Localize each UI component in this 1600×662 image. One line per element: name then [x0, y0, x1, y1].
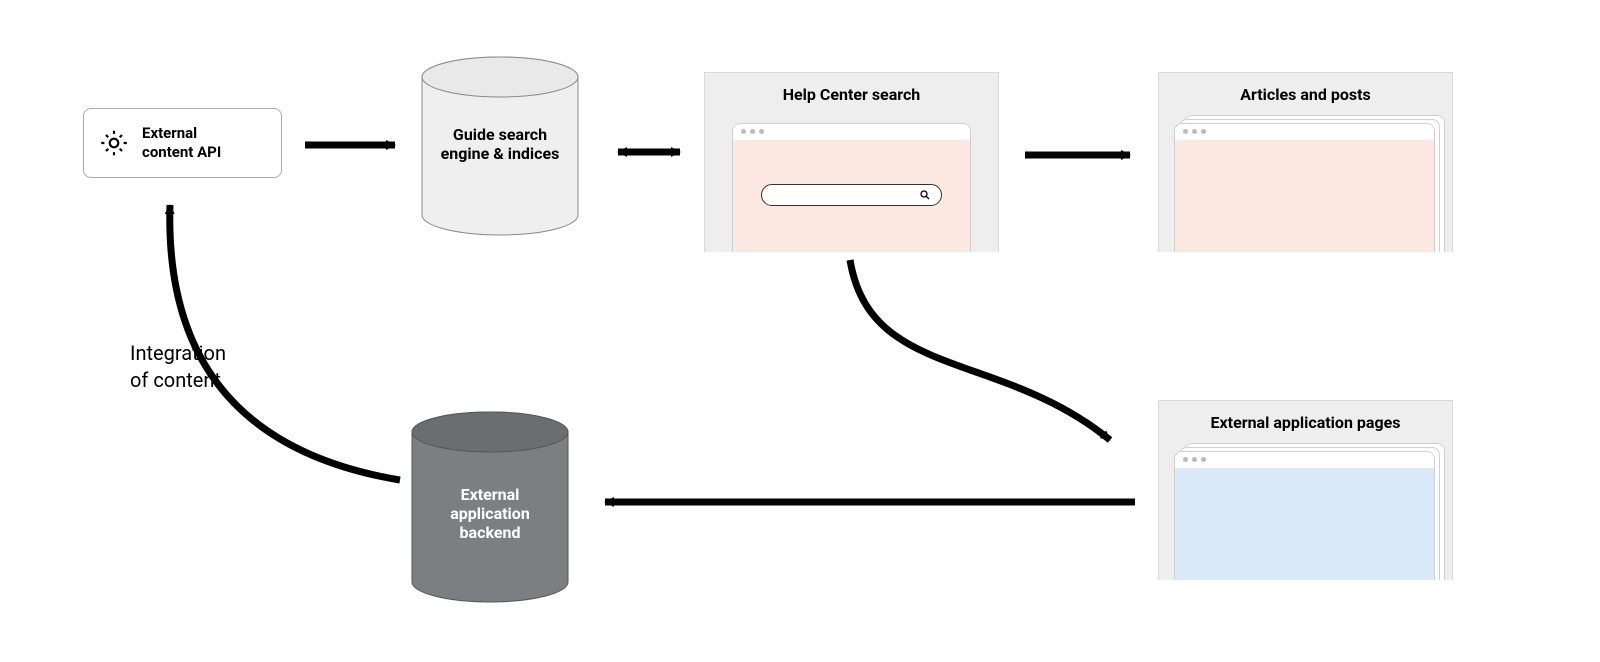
text: of content	[130, 368, 221, 392]
panel-title: Help Center search	[705, 85, 998, 104]
text: backend	[460, 523, 521, 542]
diagram-canvas: External content API Guide search engine…	[0, 0, 1600, 662]
text: application	[450, 504, 530, 523]
panel-title: External application pages	[1159, 413, 1452, 432]
node-external-backend-label: External application backend	[420, 485, 560, 542]
panel-title: Articles and posts	[1159, 85, 1452, 104]
text: Integration	[130, 341, 226, 365]
window-controls-icon	[741, 129, 764, 134]
window-controls-icon	[1183, 129, 1206, 134]
browser-body	[733, 140, 970, 252]
node-external-app-pages: External application pages	[1158, 400, 1453, 580]
text: External	[142, 124, 197, 142]
search-bar	[761, 184, 941, 206]
annotation-integration: Integration of content	[130, 340, 300, 394]
node-guide-search-label: Guide search engine & indices	[430, 125, 570, 163]
gear-icon	[98, 127, 130, 159]
text: External	[461, 485, 520, 504]
search-icon	[919, 186, 931, 205]
browser-body	[1175, 468, 1434, 580]
browser-frame	[1174, 451, 1435, 580]
arrow-helpcenter-to-externalpages	[850, 260, 1110, 440]
text: engine & indices	[441, 144, 560, 163]
node-api-label: External content API	[142, 124, 221, 162]
browser-frame	[732, 123, 971, 252]
text: Guide search	[453, 125, 547, 144]
node-help-center-search: Help Center search	[704, 72, 999, 252]
node-articles-posts: Articles and posts	[1158, 72, 1453, 252]
browser-body	[1175, 140, 1434, 252]
node-external-content-api: External content API	[83, 108, 282, 178]
browser-frame	[1174, 123, 1435, 252]
window-controls-icon	[1183, 457, 1206, 462]
text: content API	[142, 143, 221, 161]
